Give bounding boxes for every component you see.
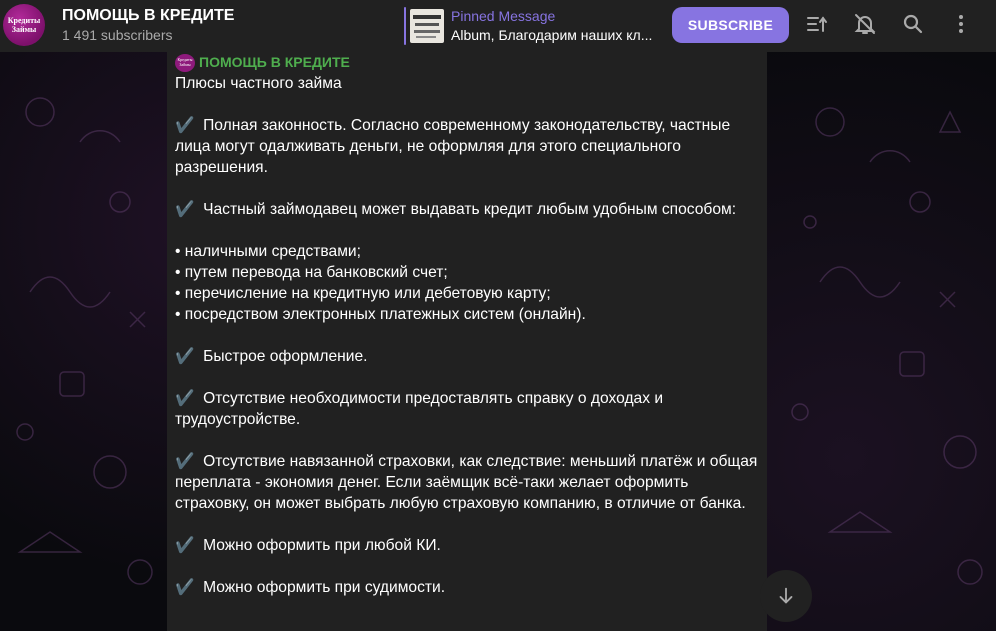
- channel-avatar[interactable]: Кредиты Займы: [3, 4, 45, 46]
- subscriber-count: 1 491 subscribers: [62, 27, 173, 43]
- pinned-thumbnail: [410, 9, 444, 43]
- message-line: ✔️ Отсутствие навязанной страховки, как …: [175, 453, 762, 512]
- message-line: [175, 325, 765, 346]
- pinned-text: Album, Благодарим наших кл...: [451, 27, 653, 43]
- message-line: • наличными средствами;: [175, 243, 361, 260]
- pinned-label: Pinned Message: [451, 8, 556, 24]
- channel-header: Кредиты Займы ПОМОЩЬ В КРЕДИТЕ 1 491 sub…: [0, 0, 996, 52]
- search-icon[interactable]: [901, 12, 925, 36]
- message-line: [175, 94, 765, 115]
- avatar-text-line1: Кредиты: [7, 16, 41, 25]
- message-line: [175, 178, 765, 199]
- message-line: ✔️ Можно оформить при судимости.: [175, 579, 446, 596]
- message-line: [175, 367, 765, 388]
- arrow-down-icon: [779, 587, 793, 604]
- message-line: [175, 514, 765, 535]
- message-bubble: Кредиты Займы ПОМОЩЬ В КРЕДИТЕ Плюсы час…: [167, 52, 767, 631]
- pinned-indicator-bar: [404, 7, 406, 45]
- filter-icon[interactable]: [805, 12, 829, 36]
- more-vertical-icon[interactable]: [949, 12, 973, 36]
- message-line: • перечисление на кредитную или дебетову…: [175, 285, 551, 302]
- sender-name[interactable]: ПОМОЩЬ В КРЕДИТЕ: [199, 54, 350, 70]
- message-line: ✔️ Быстрое оформление.: [175, 348, 368, 365]
- message-line: [175, 556, 765, 577]
- message-text: Плюсы частного займа ✔️ Полная законност…: [175, 73, 765, 598]
- sender-avatar[interactable]: Кредиты Займы: [175, 54, 195, 72]
- message-line: ✔️ Частный займодавец может выдавать кре…: [175, 201, 737, 218]
- scroll-down-button[interactable]: [760, 570, 812, 622]
- message-line: • посредством электронных платежных сист…: [175, 306, 586, 323]
- message-line: [175, 430, 765, 451]
- channel-title[interactable]: ПОМОЩЬ В КРЕДИТЕ: [62, 7, 234, 25]
- message-line: ✔️ Отсутствие необходимости предоставлят…: [175, 390, 668, 428]
- message-line: ✔️ Полная законность. Согласно современн…: [175, 117, 735, 176]
- message-line: ✔️ Можно оформить при любой КИ.: [175, 537, 441, 554]
- message-line: [175, 220, 765, 241]
- message-line: • путем перевода на банковский счет;: [175, 264, 448, 281]
- pinned-message[interactable]: Pinned Message Album, Благодарим наших к…: [404, 7, 654, 45]
- mute-bell-icon[interactable]: [853, 12, 877, 36]
- avatar-text-line2: Займы: [11, 25, 37, 34]
- subscribe-button[interactable]: SUBSCRIBE: [672, 7, 789, 43]
- message-line: Плюсы частного займа: [175, 75, 342, 92]
